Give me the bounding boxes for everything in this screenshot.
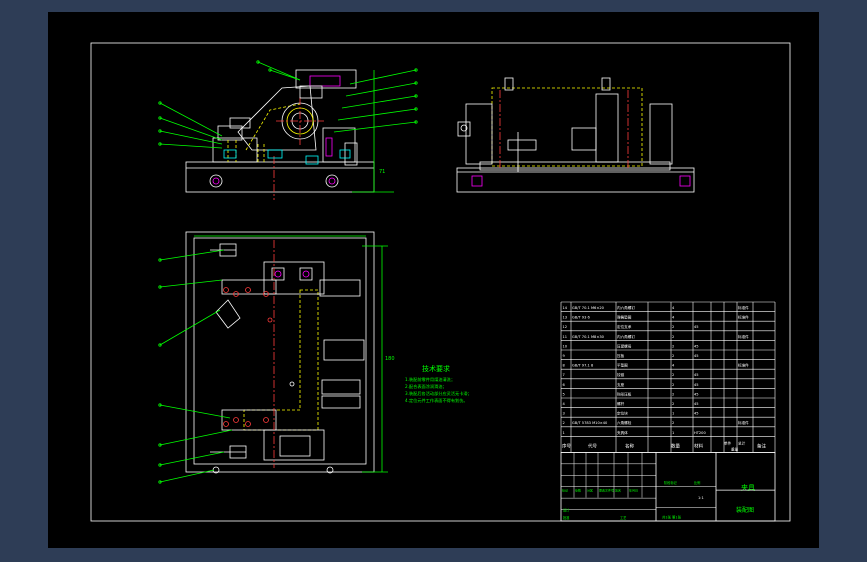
tech-note-line: 1.装配前零件用煤油清洗； (405, 376, 455, 383)
tech-note-line: 2.配合表面涂润滑油； (405, 383, 447, 390)
table-cell: 45 (694, 373, 699, 377)
table-cell: 铰链 (617, 372, 625, 377)
table-cell: 45 (694, 383, 699, 387)
table-cell: 2 (672, 402, 674, 406)
table-cell: 2 (672, 325, 674, 329)
table-cell: 11 (563, 335, 568, 339)
table-cell: 1 (672, 412, 674, 416)
table-cell: 45 (694, 325, 699, 329)
title-label: 签名 (615, 488, 621, 493)
table-header: 单件 (724, 440, 732, 445)
table-cell: 45 (694, 354, 699, 358)
table-cell: 平垫圈 (617, 363, 628, 368)
table-cell: 14 (563, 306, 568, 310)
dim-value: 180 (385, 356, 395, 362)
title-label: 标记 (562, 488, 568, 493)
title-label: 分区 (587, 488, 593, 493)
table-cell: 内六角螺钉 (617, 334, 635, 339)
table-cell: 1 (672, 431, 674, 435)
table-cell: 7 (563, 373, 565, 377)
table-cell: 标准件 (738, 363, 749, 368)
table-header: 总计 (738, 440, 746, 445)
title-label: 批准 (563, 515, 570, 520)
table-cell: 标准件 (738, 305, 749, 310)
table-cell: 钩形压板 (617, 391, 632, 396)
title-label: 更改文件号 (599, 488, 614, 493)
table-cell: 标准件 (738, 315, 749, 320)
title-label: 阶段标记 (664, 480, 678, 485)
table-cell: 12 (563, 325, 568, 329)
table-cell: 定位支承 (617, 324, 632, 329)
table-cell: 压板 (617, 353, 625, 358)
table-cell: HT200 (694, 431, 706, 435)
table-header: 代号 (588, 442, 597, 449)
table-cell: 螺杆 (617, 401, 625, 406)
table-header: 备注 (757, 442, 766, 449)
table-cell: 2 (672, 344, 674, 348)
table-cell: GB/T 70.1 M8×30 (572, 335, 605, 339)
table-header: 数量 (671, 442, 680, 449)
table-cell: 2 (672, 373, 674, 377)
table-cell: 2 (672, 421, 674, 425)
table-cell: GB/T 70.1 M6×20 (572, 306, 605, 310)
table-cell: 标准件 (738, 334, 749, 339)
drawing-type: 装配图 (736, 506, 754, 514)
table-cell: GB/T 93 6 (572, 316, 591, 320)
table-cell: 2 (672, 383, 674, 387)
title-label: 设计 (563, 507, 570, 512)
table-cell: 3 (563, 412, 565, 416)
drawing-canvas[interactable]: 71 180 技术要求 1.装配前零件用煤油清洗； 2.配合表面涂润滑油； 3.… (0, 0, 867, 562)
table-cell: 5 (563, 392, 565, 396)
table-header: 名称 (625, 442, 634, 449)
table-cell: 45 (694, 392, 699, 396)
table-cell: GB/T 5783 M10×40 (572, 421, 608, 425)
table-cell: 六角螺栓 (617, 420, 632, 425)
dim-value: 71 (379, 169, 385, 175)
table-cell: 45 (694, 412, 699, 416)
table-cell: 夹具体 (617, 430, 628, 435)
table-cell: 标准件 (738, 420, 749, 425)
table-cell: 45 (694, 402, 699, 406)
table-cell: 2 (563, 421, 565, 425)
table-cell: 2 (672, 335, 674, 339)
table-cell: 45 (694, 344, 699, 348)
table-header: 重量 (731, 446, 739, 451)
title-scale: 1:1 (698, 496, 704, 500)
title-label: 处数 (575, 488, 581, 493)
drawing-sheet (48, 12, 819, 548)
table-cell: 13 (563, 316, 568, 320)
table-header: 材料 (694, 442, 703, 449)
title-sheet: 共1张 第1张 (662, 514, 682, 519)
table-cell: 10 (563, 344, 568, 348)
table-cell: 1 (563, 431, 565, 435)
table-header: 序号 (562, 442, 571, 449)
title-label: 工艺 (620, 515, 626, 520)
cad-viewport[interactable]: 71 180 技术要求 1.装配前零件用煤油清洗； 2.配合表面涂润滑油； 3.… (0, 0, 867, 562)
table-cell: 定位块 (617, 411, 628, 416)
tech-note-line: 4.定位元件工作表面不得有划伤。 (405, 397, 468, 404)
tech-note-line: 3.装配后各活动部分应灵活无卡滞； (405, 390, 472, 397)
table-cell: 支座 (617, 382, 625, 387)
title-label: 年月日 (629, 488, 638, 493)
table-cell: 压紧螺母 (617, 343, 632, 348)
table-cell: GB/T 97.1 8 (572, 364, 594, 368)
table-cell: 2 (672, 392, 674, 396)
table-cell: 2 (672, 354, 674, 358)
drawing-name: 夹具 (741, 483, 755, 492)
tech-notes-title: 技术要求 (422, 364, 450, 373)
table-cell: 弹簧垫圈 (617, 315, 632, 320)
table-cell: 内六角螺钉 (617, 305, 635, 310)
title-label: 比例 (694, 480, 700, 485)
